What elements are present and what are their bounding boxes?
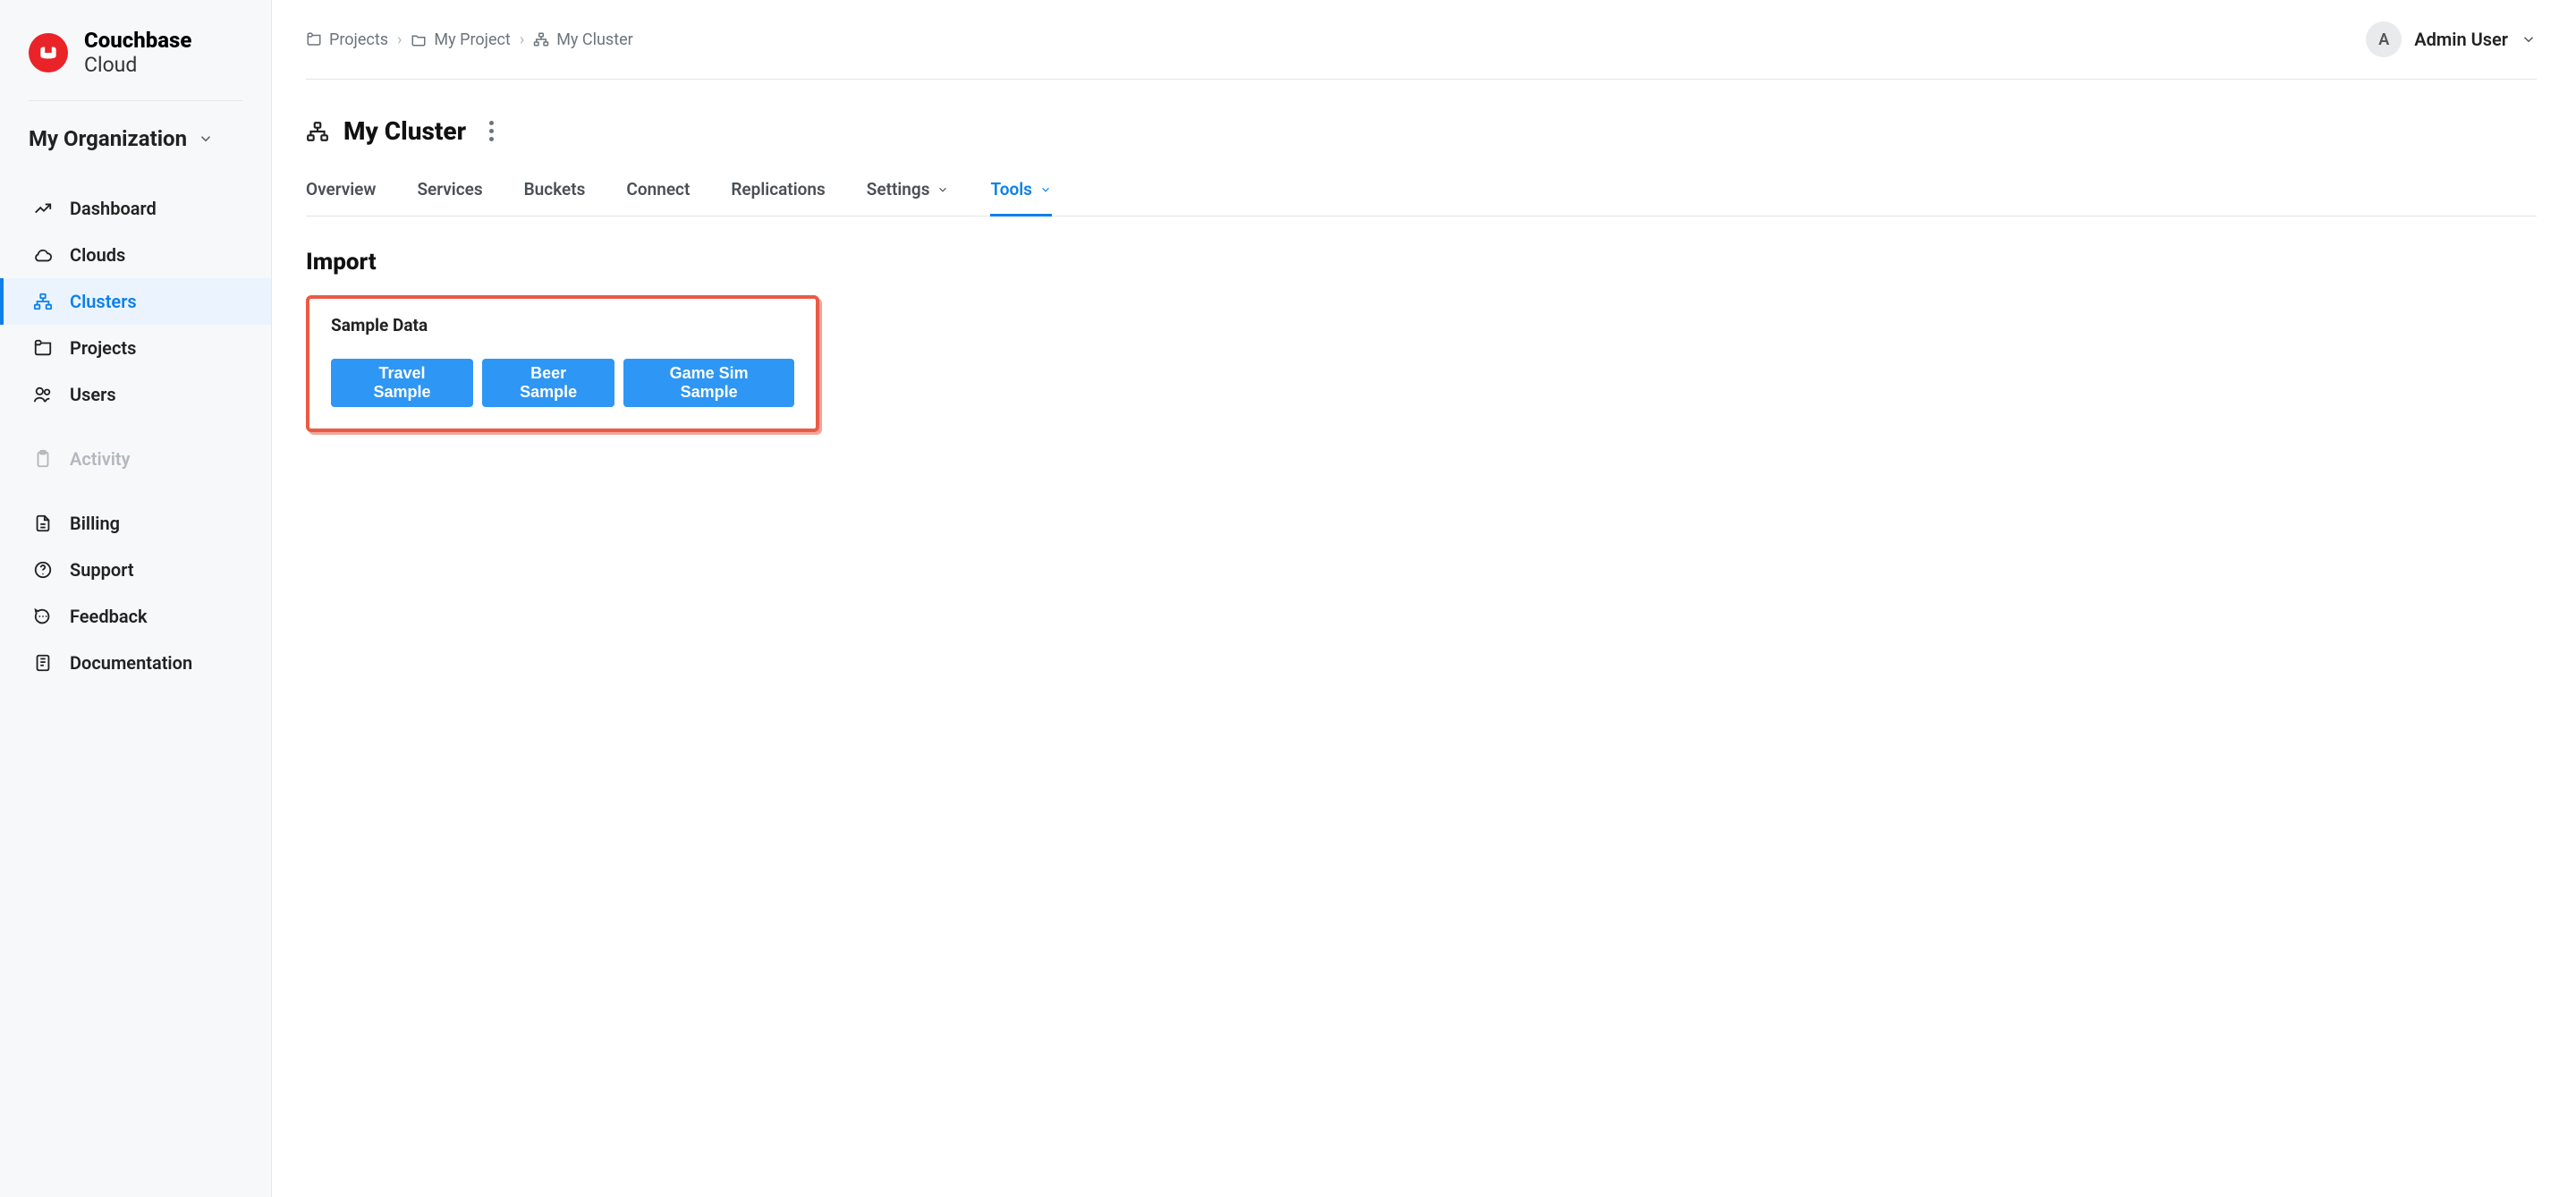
tabs: Overview Services Buckets Connect Replic…: [306, 168, 2537, 216]
sidebar-item-label: Billing: [70, 513, 120, 534]
breadcrumb-label: My Project: [434, 30, 510, 49]
tab-label: Replications: [731, 179, 825, 200]
sidebar-item-documentation[interactable]: Documentation: [0, 640, 271, 686]
projects-icon: [32, 337, 54, 359]
breadcrumb: Projects › My Project › My Cluster: [306, 30, 633, 49]
sidebar-item-label: Support: [70, 559, 134, 581]
sidebar-item-clouds[interactable]: Clouds: [0, 232, 271, 278]
brand-logo-text: Couchbase Cloud: [84, 29, 191, 77]
game-sim-sample-button[interactable]: Game Sim Sample: [623, 359, 794, 407]
main-content: Projects › My Project › My Cluster A Adm…: [272, 0, 2576, 1197]
topbar: Projects › My Project › My Cluster A Adm…: [306, 21, 2537, 80]
travel-sample-button[interactable]: Travel Sample: [331, 359, 473, 407]
message-circle-icon: [32, 606, 54, 627]
user-name: Admin User: [2414, 29, 2508, 50]
panel-title: Sample Data: [331, 315, 794, 335]
book-icon: [32, 652, 54, 674]
tab-services[interactable]: Services: [417, 168, 482, 216]
brand-line2: Cloud: [84, 54, 191, 77]
sidebar-item-projects[interactable]: Projects: [0, 325, 271, 371]
chevron-right-icon: ›: [397, 30, 402, 49]
brand-line1: Couchbase: [84, 29, 191, 54]
breadcrumb-item-my-cluster[interactable]: My Cluster: [533, 30, 633, 49]
organization-name: My Organization: [29, 126, 187, 151]
sample-data-panel: Sample Data Travel Sample Beer Sample Ga…: [306, 295, 819, 432]
breadcrumb-item-my-project[interactable]: My Project: [411, 30, 510, 49]
sidebar-item-label: Feedback: [70, 606, 148, 627]
cluster-icon: [533, 31, 549, 47]
sample-buttons-row: Travel Sample Beer Sample Game Sim Sampl…: [331, 359, 794, 407]
tab-tools[interactable]: Tools: [990, 168, 1051, 216]
section-title: Import: [306, 249, 2537, 276]
sidebar-item-label: Projects: [70, 337, 136, 359]
chevron-right-icon: ›: [520, 30, 524, 49]
organization-picker[interactable]: My Organization: [0, 101, 271, 174]
sidebar-item-feedback[interactable]: Feedback: [0, 593, 271, 640]
sidebar-item-clusters[interactable]: Clusters: [0, 278, 271, 325]
brand-logo-mark: [29, 33, 68, 72]
tab-label: Services: [417, 179, 482, 200]
users-icon: [32, 384, 54, 405]
sidebar-nav: Dashboard Clouds Clusters Projects Users: [0, 185, 271, 686]
sidebar-item-dashboard[interactable]: Dashboard: [0, 185, 271, 232]
tab-replications[interactable]: Replications: [731, 168, 825, 216]
tab-label: Tools: [990, 179, 1031, 200]
chevron-down-icon: [198, 131, 214, 147]
sidebar-item-label: Dashboard: [70, 198, 157, 219]
tab-label: Overview: [306, 179, 376, 200]
chevron-down-icon: [936, 183, 949, 196]
cloud-icon: [32, 244, 54, 266]
sidebar-item-users[interactable]: Users: [0, 371, 271, 418]
file-text-icon: [32, 513, 54, 534]
beer-sample-button[interactable]: Beer Sample: [482, 359, 614, 407]
tab-label: Connect: [626, 179, 690, 200]
page-header: My Cluster: [306, 115, 2537, 147]
sidebar-item-activity: Activity: [0, 436, 271, 482]
tab-buckets[interactable]: Buckets: [524, 168, 586, 216]
breadcrumb-label: My Cluster: [556, 30, 633, 49]
chevron-down-icon: [2521, 31, 2537, 47]
chevron-down-icon: [1039, 183, 1052, 196]
sidebar: Couchbase Cloud My Organization Dashboar…: [0, 0, 272, 1197]
brand-logo[interactable]: Couchbase Cloud: [29, 18, 242, 101]
sidebar-item-support[interactable]: Support: [0, 547, 271, 593]
user-menu[interactable]: A Admin User: [2366, 21, 2537, 57]
projects-icon: [306, 31, 322, 47]
page-title: My Cluster: [343, 116, 466, 146]
more-actions-button[interactable]: [480, 115, 498, 147]
sidebar-item-label: Users: [70, 384, 116, 405]
chart-line-icon: [32, 198, 54, 219]
sidebar-item-billing[interactable]: Billing: [0, 500, 271, 547]
sidebar-item-label: Clouds: [70, 244, 125, 266]
breadcrumb-item-projects[interactable]: Projects: [306, 30, 388, 49]
cluster-icon: [32, 291, 54, 312]
breadcrumb-label: Projects: [329, 30, 388, 49]
tab-overview[interactable]: Overview: [306, 168, 376, 216]
sidebar-item-label: Documentation: [70, 652, 192, 674]
folder-icon: [411, 31, 427, 47]
tab-label: Buckets: [524, 179, 586, 200]
sidebar-item-label: Activity: [70, 448, 131, 470]
help-circle-icon: [32, 559, 54, 581]
cluster-icon: [306, 120, 329, 143]
avatar: A: [2366, 21, 2402, 57]
sidebar-item-label: Clusters: [70, 291, 137, 312]
clipboard-icon: [32, 448, 54, 470]
tab-settings[interactable]: Settings: [867, 168, 950, 216]
tab-connect[interactable]: Connect: [626, 168, 690, 216]
tab-label: Settings: [867, 179, 930, 200]
